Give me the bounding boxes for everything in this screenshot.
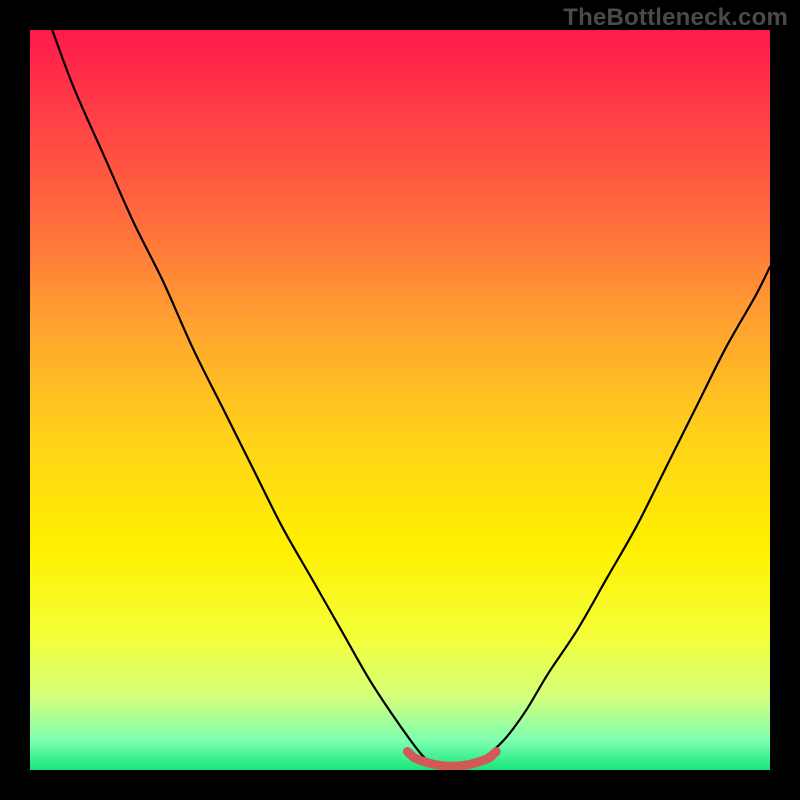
gradient-background: [30, 30, 770, 770]
chart-svg: [30, 30, 770, 770]
chart-frame: TheBottleneck.com: [0, 0, 800, 800]
watermark-text: TheBottleneck.com: [563, 4, 788, 32]
plot-area: [30, 30, 770, 770]
